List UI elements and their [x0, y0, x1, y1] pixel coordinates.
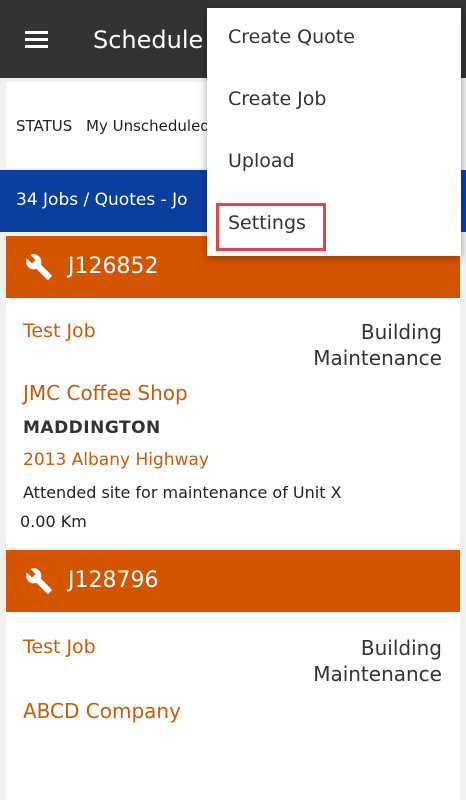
company-name: JMC Coffee Shop: [23, 381, 188, 405]
address-link[interactable]: 2013 Albany Highway: [23, 450, 209, 470]
menu-item-label: Upload: [228, 150, 295, 172]
menu-icon[interactable]: [25, 31, 48, 48]
distance: 0.00 Km: [20, 512, 87, 531]
wrench-icon: [26, 254, 52, 280]
suburb: MADDINGTON: [23, 418, 161, 438]
job-card[interactable]: Test Job Building Maintenance JMC Coffee…: [6, 298, 460, 548]
company-name: ABCD Company: [23, 699, 181, 723]
wrench-icon: [26, 568, 52, 594]
menu-item-label: Create Job: [228, 88, 327, 110]
job-card[interactable]: Test Job Building Maintenance ABCD Compa…: [6, 612, 460, 800]
job-description: Attended site for maintenance of Unit X: [23, 483, 342, 502]
job-type: Building Maintenance: [313, 319, 442, 371]
jobs-count-text: 34 Jobs / Quotes - Jo: [16, 190, 188, 210]
menu-item-upload[interactable]: Upload: [207, 132, 461, 194]
job-type-line: Maintenance: [313, 346, 442, 370]
job-type-line: Building: [360, 636, 442, 660]
job-card-header[interactable]: J128796: [6, 550, 460, 612]
job-title: Test Job: [23, 320, 96, 342]
job-type: Building Maintenance: [313, 635, 442, 687]
job-number: J126852: [68, 254, 159, 279]
menu-item-label: Settings: [228, 212, 306, 234]
job-number: J128796: [68, 568, 159, 593]
menu-item-create-quote[interactable]: Create Quote: [207, 8, 461, 70]
menu-item-create-job[interactable]: Create Job: [207, 70, 461, 132]
menu-item-label: Create Quote: [228, 26, 355, 48]
menu-item-settings[interactable]: Settings: [207, 194, 461, 256]
overflow-menu: Create Quote Create Job Upload Settings: [207, 8, 461, 256]
status-label: STATUS: [16, 117, 73, 135]
job-type-line: Maintenance: [313, 662, 442, 686]
status-value[interactable]: My Unscheduled: [86, 117, 210, 135]
job-type-line: Building: [360, 320, 442, 344]
job-title: Test Job: [23, 636, 96, 658]
page-title: Schedule: [93, 26, 204, 54]
